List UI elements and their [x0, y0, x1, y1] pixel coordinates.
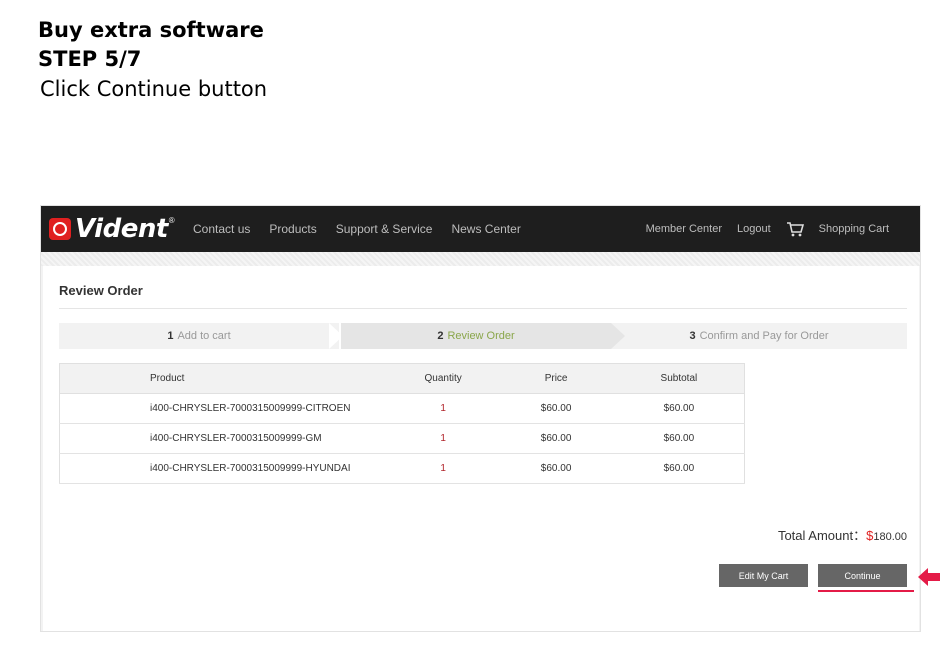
nav-support-service[interactable]: Support & Service	[336, 222, 433, 236]
total-label: Total Amount：	[777, 528, 867, 543]
row-price: $60.00	[498, 393, 614, 424]
row-quantity: 1	[387, 423, 499, 454]
shopping-cart-icon	[786, 222, 804, 237]
row-product: i400-CHRYSLER-7000315009999-HYUNDAI	[59, 453, 388, 484]
caption-line-2: STEP 5/7	[38, 47, 142, 71]
step-2-number: 2	[437, 330, 444, 342]
table-header-row: Product Quantity Price Subtotal	[59, 363, 745, 394]
row-subtotal: $60.00	[613, 423, 745, 454]
total-amount: Total Amount：$180.00	[778, 525, 907, 544]
step-2-label: Review Order	[447, 330, 515, 342]
review-order-panel: Review Order 1 Add to cart 2 Review Orde…	[43, 266, 919, 631]
continue-highlight-underline	[818, 590, 914, 592]
pointer-arrow-icon	[918, 567, 940, 592]
col-quantity: Quantity	[387, 363, 499, 394]
row-subtotal: $60.00	[613, 453, 745, 484]
browser-screenshot: Vident ® Contact us Products Support & S…	[40, 205, 921, 632]
vident-badge-icon	[49, 218, 71, 240]
page-title: Review Order	[59, 283, 143, 298]
row-quantity: 1	[387, 393, 499, 424]
nav-contact-us[interactable]: Contact us	[193, 222, 250, 236]
step-separator-2	[611, 323, 625, 349]
user-nav: Member Center Logout Shopping Cart	[646, 206, 904, 252]
header-stripe	[41, 252, 920, 266]
row-price: $60.00	[498, 453, 614, 484]
title-divider	[59, 308, 907, 309]
table-row: i400-CHRYSLER-7000315009999-HYUNDAI 1 $6…	[59, 453, 745, 484]
order-table: Product Quantity Price Subtotal i400-CHR…	[59, 363, 745, 484]
step-1-number: 1	[167, 330, 174, 342]
shopping-cart-label: Shopping Cart	[818, 223, 889, 235]
checkout-steps: 1 Add to cart 2 Review Order 3 Confirm a…	[59, 323, 907, 349]
nav-shopping-cart[interactable]: Shopping Cart	[786, 222, 904, 237]
main-nav: Contact us Products Support & Service Ne…	[193, 206, 540, 252]
registered-mark: ®	[168, 216, 175, 225]
table-row: i400-CHRYSLER-7000315009999-GM 1 $60.00 …	[59, 423, 745, 454]
step-confirm-pay: 3 Confirm and Pay for Order	[611, 323, 907, 349]
step-review-order: 2 Review Order	[341, 323, 611, 349]
nav-products[interactable]: Products	[269, 222, 316, 236]
edit-my-cart-button[interactable]: Edit My Cart	[719, 564, 808, 587]
row-product: i400-CHRYSLER-7000315009999-GM	[59, 423, 388, 454]
caption-line-3: Click Continue button	[40, 77, 268, 101]
col-product: Product	[59, 363, 388, 394]
step-3-number: 3	[689, 330, 696, 342]
row-subtotal: $60.00	[613, 393, 745, 424]
row-product: i400-CHRYSLER-7000315009999-CITROEN	[59, 393, 388, 424]
nav-logout[interactable]: Logout	[737, 223, 771, 235]
nav-member-center[interactable]: Member Center	[646, 223, 722, 235]
table-row: i400-CHRYSLER-7000315009999-CITROEN 1 $6…	[59, 393, 745, 424]
caption-line-1: Buy extra software	[38, 18, 264, 42]
top-navbar: Vident ® Contact us Products Support & S…	[41, 206, 920, 252]
step-add-to-cart: 1 Add to cart	[59, 323, 339, 349]
logo-text: Vident	[75, 214, 168, 244]
step-1-label: Add to cart	[177, 330, 231, 342]
step-3-label: Confirm and Pay for Order	[699, 330, 829, 342]
row-price: $60.00	[498, 423, 614, 454]
vident-logo[interactable]: Vident ®	[49, 214, 175, 244]
col-price: Price	[498, 363, 614, 394]
total-value: 180.00	[873, 531, 907, 543]
col-subtotal: Subtotal	[613, 363, 745, 394]
nav-news-center[interactable]: News Center	[451, 222, 520, 236]
row-quantity: 1	[387, 453, 499, 484]
instruction-caption: Buy extra software STEP 5/7 Click Contin…	[38, 16, 267, 104]
continue-button[interactable]: Continue	[818, 564, 907, 587]
